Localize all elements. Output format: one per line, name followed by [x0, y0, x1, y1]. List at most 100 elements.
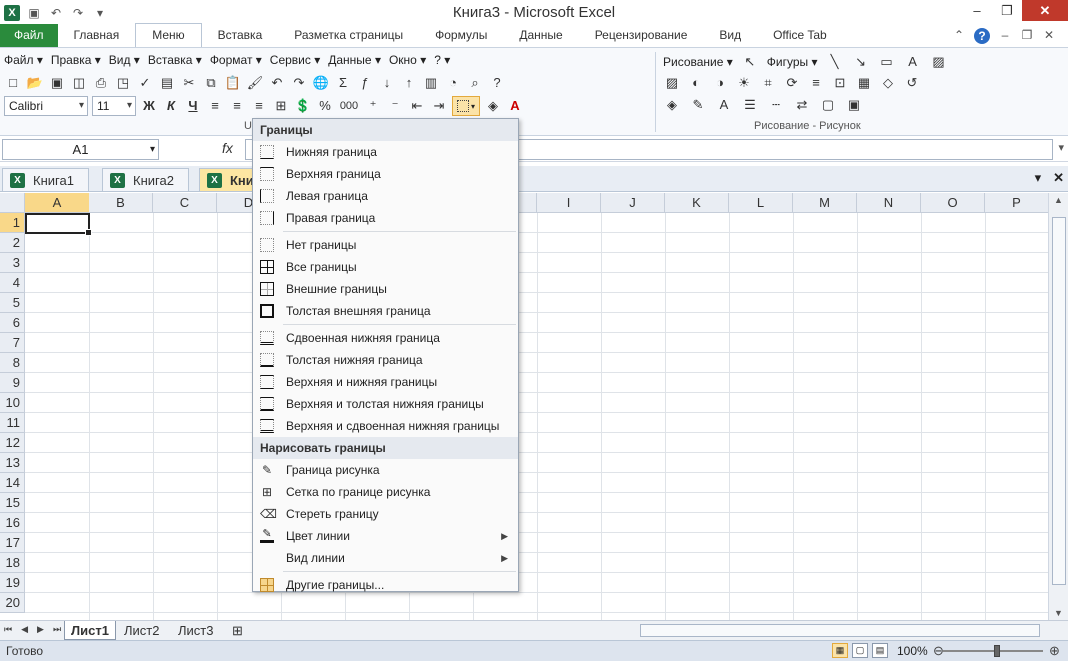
- row-header[interactable]: 13: [0, 453, 25, 473]
- rotate-icon[interactable]: ⟳: [783, 74, 801, 92]
- tab-office-tab[interactable]: Office Tab: [757, 24, 843, 47]
- menu-view[interactable]: Вид ▾: [109, 53, 140, 67]
- menu-item-double-bottom-border[interactable]: Сдвоенная нижняя граница: [253, 327, 518, 349]
- increase-decimal-icon[interactable]: ⁺: [364, 97, 382, 115]
- tab-list-icon[interactable]: ▾: [1035, 170, 1042, 186]
- menu-item-top-border[interactable]: Верхняя граница: [253, 163, 518, 185]
- vertical-scrollbar[interactable]: ▲ ▼: [1048, 193, 1068, 620]
- first-sheet-icon[interactable]: ⏮: [4, 624, 12, 635]
- row-header[interactable]: 5: [0, 293, 25, 313]
- row-header[interactable]: 11: [0, 413, 25, 433]
- tab-review[interactable]: Рецензирование: [579, 24, 704, 47]
- arrow-style-icon[interactable]: ⇄: [793, 96, 811, 114]
- tab-menu[interactable]: Меню: [135, 23, 202, 47]
- compress-icon[interactable]: ⊡: [831, 74, 849, 92]
- row-header[interactable]: 9: [0, 373, 25, 393]
- permission-icon[interactable]: ◫: [70, 74, 88, 92]
- sheet-tab-1[interactable]: Лист1: [64, 621, 116, 640]
- menu-item-thick-box-border[interactable]: Толстая внешняя граница: [253, 300, 518, 322]
- font-color-icon[interactable]: A: [506, 97, 524, 115]
- shape-line-icon[interactable]: ✎: [689, 96, 707, 114]
- row-header[interactable]: 18: [0, 553, 25, 573]
- cut-icon[interactable]: ✂: [180, 74, 198, 92]
- new-icon[interactable]: □: [4, 74, 22, 92]
- chart-icon[interactable]: ▥: [422, 74, 440, 92]
- merge-center-icon[interactable]: ⊞: [272, 97, 290, 115]
- picture-icon[interactable]: ▨: [930, 53, 948, 71]
- sheet-tab-2[interactable]: Лист2: [118, 621, 165, 640]
- hyperlink-icon[interactable]: 🌐: [312, 74, 330, 92]
- line-icon[interactable]: ╲: [826, 53, 844, 71]
- select-objects-icon[interactable]: ↖: [741, 53, 759, 71]
- spreadsheet-grid[interactable]: ABCDEFGHIJKLMNOP 12345678910111213141516…: [0, 193, 1048, 620]
- reset-picture-icon[interactable]: ↺: [903, 74, 921, 92]
- workbook-tab-2[interactable]: X Книга2: [102, 168, 189, 191]
- menu-item-no-border[interactable]: Нет границы: [253, 234, 518, 256]
- select-all-button[interactable]: [0, 193, 25, 213]
- autosum-icon[interactable]: Σ: [334, 74, 352, 92]
- sort-desc-icon[interactable]: ↑: [400, 74, 418, 92]
- vertical-scroll-thumb[interactable]: [1052, 217, 1066, 585]
- insert-function-button[interactable]: fx: [222, 140, 233, 156]
- page-break-view-icon[interactable]: ▤: [872, 643, 888, 658]
- menu-item-top-thick-bottom-border[interactable]: Верхняя и толстая нижняя границы: [253, 393, 518, 415]
- sort-asc-icon[interactable]: ↓: [378, 74, 396, 92]
- column-header[interactable]: J: [601, 193, 665, 213]
- dash-style-icon[interactable]: ┄: [767, 96, 785, 114]
- workbook-close-icon[interactable]: ✕: [1042, 28, 1056, 44]
- underline-button[interactable]: Ч: [184, 97, 202, 115]
- menu-help[interactable]: ? ▾: [434, 53, 450, 67]
- scroll-down-icon[interactable]: ▼: [1049, 608, 1068, 618]
- expand-formula-bar-icon[interactable]: ▾: [1058, 141, 1064, 154]
- row-header[interactable]: 1: [0, 213, 25, 233]
- fill-color-icon[interactable]: ◈: [484, 97, 502, 115]
- 3d-icon[interactable]: ▣: [845, 96, 863, 114]
- tab-data[interactable]: Данные: [503, 24, 578, 47]
- menu-window[interactable]: Окно ▾: [389, 53, 426, 67]
- tab-home[interactable]: Главная: [58, 24, 136, 47]
- transparent-icon[interactable]: ◇: [879, 74, 897, 92]
- align-right-icon[interactable]: ≡: [250, 97, 268, 115]
- shape-fill-icon[interactable]: ◈: [663, 96, 681, 114]
- row-header[interactable]: 10: [0, 393, 25, 413]
- menu-item-top-bottom-border[interactable]: Верхняя и нижняя границы: [253, 371, 518, 393]
- minimize-button[interactable]: –: [962, 0, 992, 21]
- menu-item-more-borders[interactable]: Другие границы...: [253, 574, 518, 596]
- drawing-menu[interactable]: Рисование ▾: [663, 55, 733, 69]
- arrow-icon[interactable]: ↘: [852, 53, 870, 71]
- color-icon[interactable]: ◐: [687, 74, 705, 92]
- menu-item-right-border[interactable]: Правая граница: [253, 207, 518, 229]
- increase-indent-icon[interactable]: ⇥: [430, 97, 448, 115]
- save-icon[interactable]: ▣: [48, 74, 66, 92]
- shapes-menu[interactable]: Фигуры ▾: [767, 55, 818, 69]
- menu-tools[interactable]: Сервис ▾: [270, 53, 320, 67]
- undo-icon[interactable]: ↶: [268, 74, 286, 92]
- research-icon[interactable]: ▤: [158, 74, 176, 92]
- currency-icon[interactable]: 💲: [294, 97, 312, 115]
- restore-button[interactable]: ❐: [992, 0, 1022, 21]
- menu-edit[interactable]: Правка ▾: [51, 53, 101, 67]
- save-icon[interactable]: ▣: [26, 5, 42, 21]
- row-header[interactable]: 2: [0, 233, 25, 253]
- copy-icon[interactable]: ⧉: [202, 74, 220, 92]
- row-header[interactable]: 12: [0, 433, 25, 453]
- column-header[interactable]: P: [985, 193, 1048, 213]
- zoom-icon[interactable]: ⌕: [466, 74, 484, 92]
- line-weight-icon[interactable]: ☰: [741, 96, 759, 114]
- tab-file[interactable]: Файл: [0, 24, 58, 47]
- prev-sheet-icon[interactable]: ◀: [21, 624, 28, 635]
- column-header[interactable]: A: [25, 193, 90, 213]
- workbook-tab-1[interactable]: X Книга1: [2, 168, 89, 191]
- row-header[interactable]: 3: [0, 253, 25, 273]
- menu-item-thick-bottom-border[interactable]: Толстая нижняя граница: [253, 349, 518, 371]
- menu-format[interactable]: Формат ▾: [210, 53, 262, 67]
- insert-sheet-icon[interactable]: ⊞: [226, 621, 249, 640]
- spelling-icon[interactable]: ✓: [136, 74, 154, 92]
- menu-insert[interactable]: Вставка ▾: [148, 53, 202, 67]
- zoom-level[interactable]: 100%: [897, 644, 928, 658]
- column-header[interactable]: C: [153, 193, 217, 213]
- page-layout-view-icon[interactable]: ▢: [852, 643, 868, 658]
- crop-icon[interactable]: ⌗: [759, 74, 777, 92]
- borders-button[interactable]: ▾: [452, 96, 480, 116]
- row-header[interactable]: 20: [0, 593, 25, 613]
